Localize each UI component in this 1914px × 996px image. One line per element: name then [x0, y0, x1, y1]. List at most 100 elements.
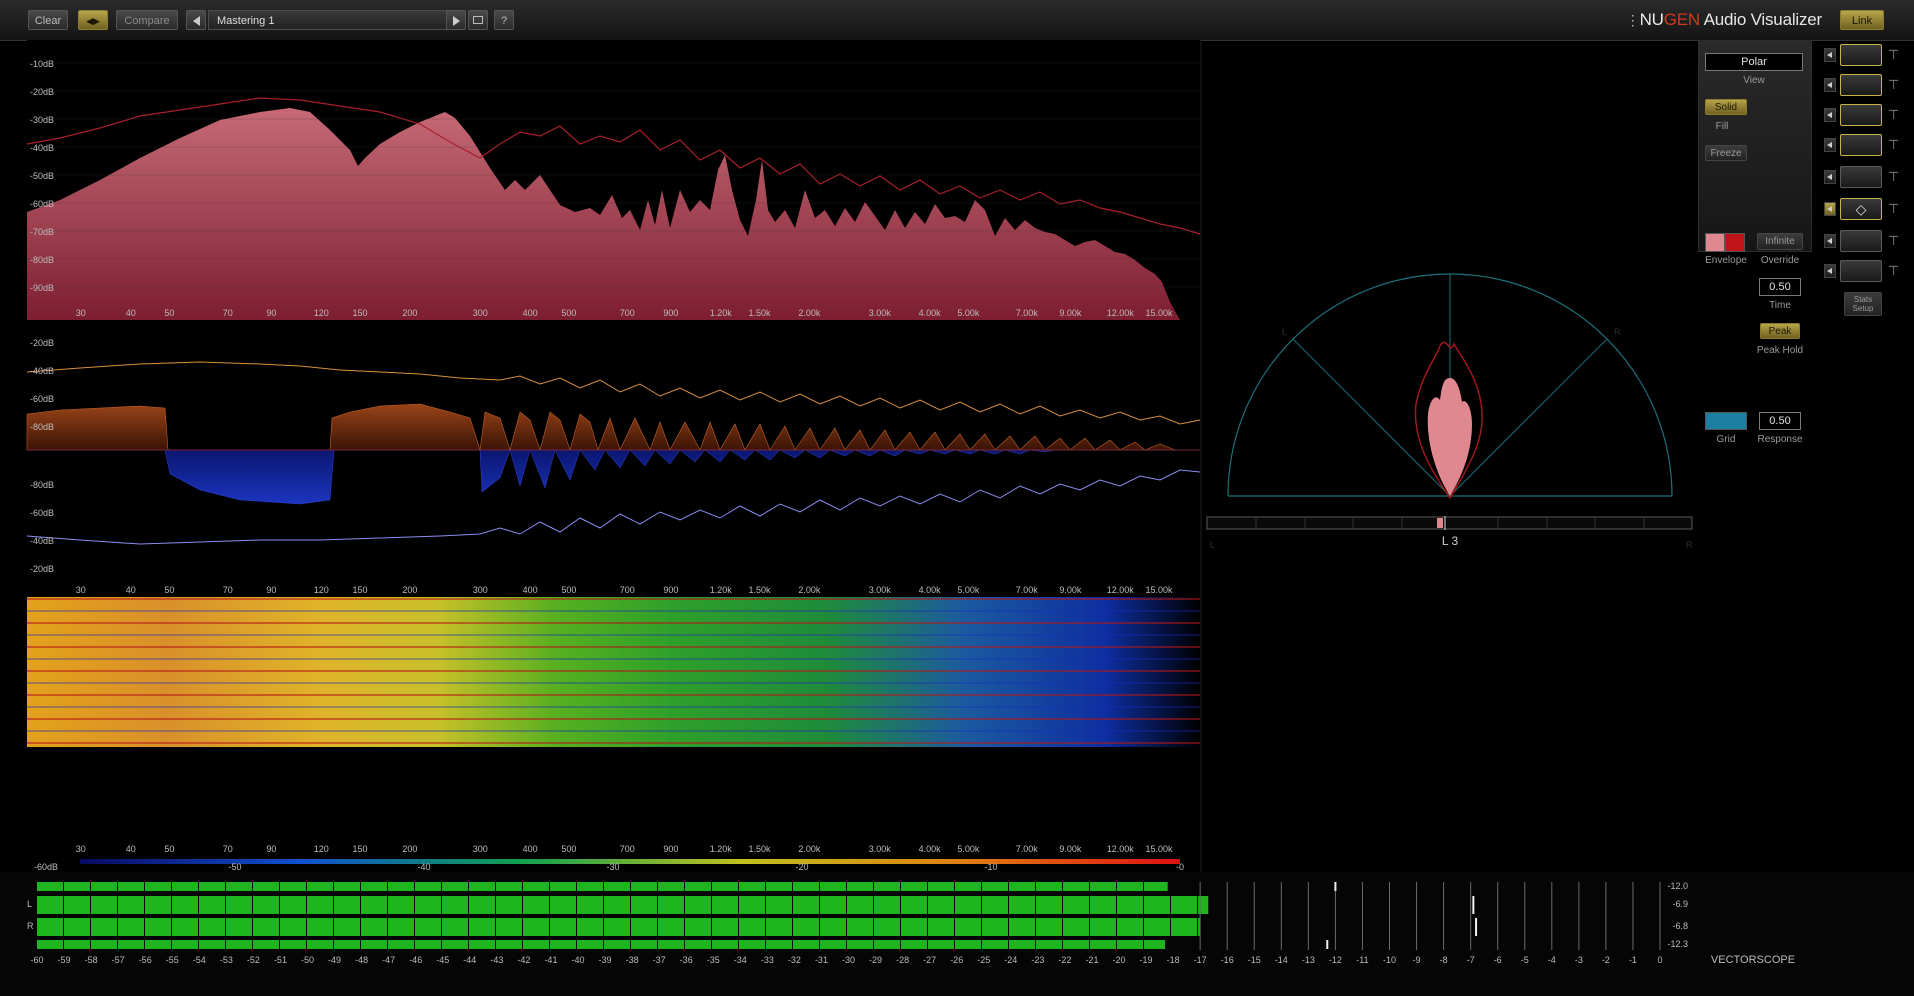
- meter-segment: [1117, 882, 1143, 891]
- collapse-arrow-icon[interactable]: [1824, 202, 1836, 216]
- sonogram-freq-label: 1.50k: [748, 844, 771, 854]
- stereo-sonogram-icon[interactable]: [1840, 166, 1882, 188]
- ab-swap-button[interactable]: ◀▶: [78, 10, 108, 30]
- sonogram-panel[interactable]: [27, 597, 1200, 747]
- meter-icon[interactable]: [1840, 230, 1882, 252]
- meter-segment: [253, 918, 279, 936]
- pin-icon[interactable]: ⊤: [1888, 263, 1899, 279]
- meter-segment: [1090, 896, 1116, 914]
- meter-segment: [361, 896, 387, 914]
- sonogram-freq-label: 15.00k: [1145, 844, 1173, 854]
- vectorscope-icon[interactable]: ◇: [1840, 198, 1882, 220]
- pin-icon[interactable]: ⊤: [1888, 107, 1899, 123]
- meter-segment: [901, 918, 927, 936]
- grid-color-swatch[interactable]: [1705, 412, 1747, 430]
- meter-scale-label: -13: [1302, 955, 1315, 965]
- collapse-arrow-icon[interactable]: [1824, 48, 1836, 62]
- brand-title: ⋮NUGEN Audio Visualizer: [1626, 10, 1822, 30]
- pin-icon[interactable]: ⊤: [1888, 137, 1899, 153]
- collapse-arrow-icon[interactable]: [1824, 108, 1836, 122]
- response-field[interactable]: 0.50: [1759, 412, 1801, 430]
- collapse-arrow-icon[interactable]: [1824, 170, 1836, 184]
- meter-segment: [712, 918, 738, 936]
- vectorscope-panel[interactable]: L R L 3 L R: [1206, 273, 1693, 550]
- meter-segment: [820, 918, 846, 936]
- meter-segment: [334, 940, 360, 949]
- spectrum-panel[interactable]: -10dB -20dB -30dB -40dB -50dB -60dB -70dB -80dB…: [26, 40, 1201, 320]
- stats-setup-button[interactable]: Stats Setup: [1844, 292, 1882, 316]
- meter-segment: [685, 882, 711, 891]
- pin-icon[interactable]: ⊤: [1888, 47, 1899, 63]
- meter-segment: [91, 918, 117, 936]
- color-scale-label: -40: [417, 862, 430, 872]
- sonogram-bands: [27, 597, 1200, 747]
- peak-hold-button[interactable]: Peak: [1760, 323, 1800, 339]
- stereo-freq-label: 7.00k: [1016, 585, 1039, 595]
- pin-icon[interactable]: ⊤: [1888, 233, 1899, 249]
- meter-segment: [307, 918, 333, 936]
- meter-segment: [631, 896, 657, 914]
- view-selector[interactable]: Polar: [1705, 53, 1803, 71]
- pin-icon[interactable]: ⊤: [1888, 169, 1899, 185]
- sonogram-scale: 30 40 50 70 90 120 150 200 300 400 500 700 900 1.20k 1…: [34, 844, 1184, 872]
- spectrum-freq-label: 700: [620, 308, 635, 318]
- meter-segment: [1009, 896, 1035, 914]
- envelope-color-dark[interactable]: [1725, 233, 1745, 252]
- meter-segment: [226, 918, 252, 936]
- link-button[interactable]: Link: [1840, 10, 1884, 30]
- balance-meter: [1206, 516, 1693, 530]
- collapse-arrow-icon[interactable]: [1824, 78, 1836, 92]
- arrow-left-icon: [192, 16, 200, 26]
- envelope-color-light[interactable]: [1705, 233, 1725, 252]
- preset-name-field[interactable]: Mastering 1: [208, 10, 448, 30]
- fill-solid-button[interactable]: Solid: [1705, 99, 1747, 115]
- meter-segment: [91, 940, 117, 949]
- side-row-7: ⊤: [1824, 230, 1906, 254]
- toolbar: Clear ◀▶ Compare Mastering 1 ? ⋮NUGEN Au…: [0, 0, 1914, 41]
- freeze-button[interactable]: Freeze: [1705, 145, 1747, 161]
- preset-next-button[interactable]: [446, 10, 466, 30]
- preset-list-button[interactable]: [468, 10, 488, 30]
- meter-scale-label: -30: [842, 955, 855, 965]
- bars-icon[interactable]: [1840, 74, 1882, 96]
- help-button[interactable]: ?: [494, 10, 514, 30]
- side-row-4: ⊤: [1824, 134, 1906, 158]
- collapse-arrow-icon[interactable]: [1824, 138, 1836, 152]
- meter-segment: [928, 918, 954, 936]
- clear-button[interactable]: Clear: [28, 10, 68, 30]
- meter-segment: [847, 896, 873, 914]
- collapse-arrow-icon[interactable]: [1824, 264, 1836, 278]
- meter-segment: [766, 896, 792, 914]
- time-label: Time: [1769, 300, 1791, 311]
- meter-scale-label: -15: [1248, 955, 1261, 965]
- spectrum-freq-label: 200: [402, 308, 417, 318]
- sonogram-freq-label: 70: [223, 844, 233, 854]
- spectrum-icon[interactable]: [1840, 44, 1882, 66]
- collapse-arrow-icon[interactable]: [1824, 234, 1836, 248]
- stereo-spectrum-panel[interactable]: -20dB -40dB -60dB -80dB -80dB -60dB -40dB -20d…: [26, 338, 1201, 595]
- sonogram-freq-label: 200: [402, 844, 417, 854]
- meter-segment: [145, 940, 171, 949]
- meter-scale-label: -36: [680, 955, 693, 965]
- pin-icon[interactable]: ⊤: [1888, 201, 1899, 217]
- stereo-freq-label: 12.00k: [1107, 585, 1135, 595]
- stereo-spectrum-icon[interactable]: [1840, 104, 1882, 126]
- meter-segment: [631, 918, 657, 936]
- sonogram-icon[interactable]: [1840, 134, 1882, 156]
- balance-icon[interactable]: [1840, 260, 1882, 282]
- infinite-override-button[interactable]: Infinite: [1757, 233, 1803, 250]
- spectrum-freq-label: 400: [523, 308, 538, 318]
- brand-product: Audio Visualizer: [1700, 10, 1823, 29]
- meter-segment: [982, 896, 1008, 914]
- compare-button[interactable]: Compare: [116, 10, 178, 30]
- meter-segment: [793, 918, 819, 936]
- preset-prev-button[interactable]: [186, 10, 206, 30]
- level-meter[interactable]: L R -12.0 -6.9 -6.8 -12.3 -60 -59 -58 -57 -5…: [0, 872, 1914, 996]
- balance-r-label: R: [1686, 540, 1693, 550]
- time-field[interactable]: 0.50: [1759, 278, 1801, 296]
- meter-segment: [307, 940, 333, 949]
- meter-segment: [874, 882, 900, 891]
- meter-segment: [1036, 896, 1062, 914]
- arrow-right-icon: [452, 16, 460, 26]
- pin-icon[interactable]: ⊤: [1888, 77, 1899, 93]
